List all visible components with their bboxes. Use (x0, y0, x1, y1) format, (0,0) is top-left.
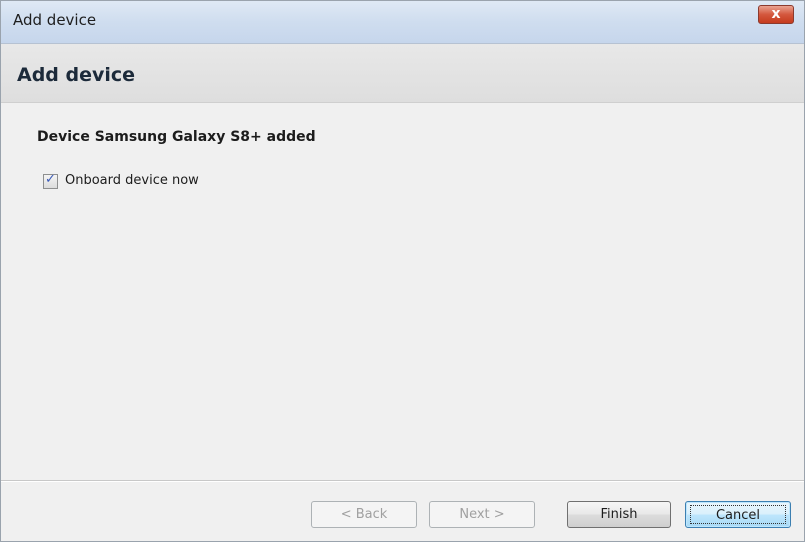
back-button[interactable]: < Back (311, 501, 417, 528)
next-button[interactable]: Next > (429, 501, 535, 528)
close-button[interactable]: x (758, 5, 794, 24)
header-band: Add device (1, 44, 804, 103)
device-added-message: Device Samsung Galaxy S8+ added (37, 129, 316, 145)
content-area: Device Samsung Galaxy S8+ added ✓ Onboar… (1, 103, 804, 479)
close-icon: x (771, 6, 781, 22)
cancel-button[interactable]: Cancel (685, 501, 791, 528)
page-heading: Add device (17, 64, 136, 86)
window-title: Add device (13, 11, 97, 29)
button-bar: < Back Next > Finish Cancel (1, 480, 804, 541)
title-bar[interactable]: Add device x (1, 1, 804, 44)
checkmark-icon: ✓ (45, 172, 56, 187)
onboard-checkbox[interactable]: ✓ (43, 172, 58, 189)
finish-button[interactable]: Finish (567, 501, 671, 528)
add-device-dialog: Add device x Add device Device Samsung G… (0, 0, 805, 542)
onboard-checkbox-label[interactable]: Onboard device now (65, 173, 199, 188)
cancel-button-label: Cancel (690, 505, 786, 524)
